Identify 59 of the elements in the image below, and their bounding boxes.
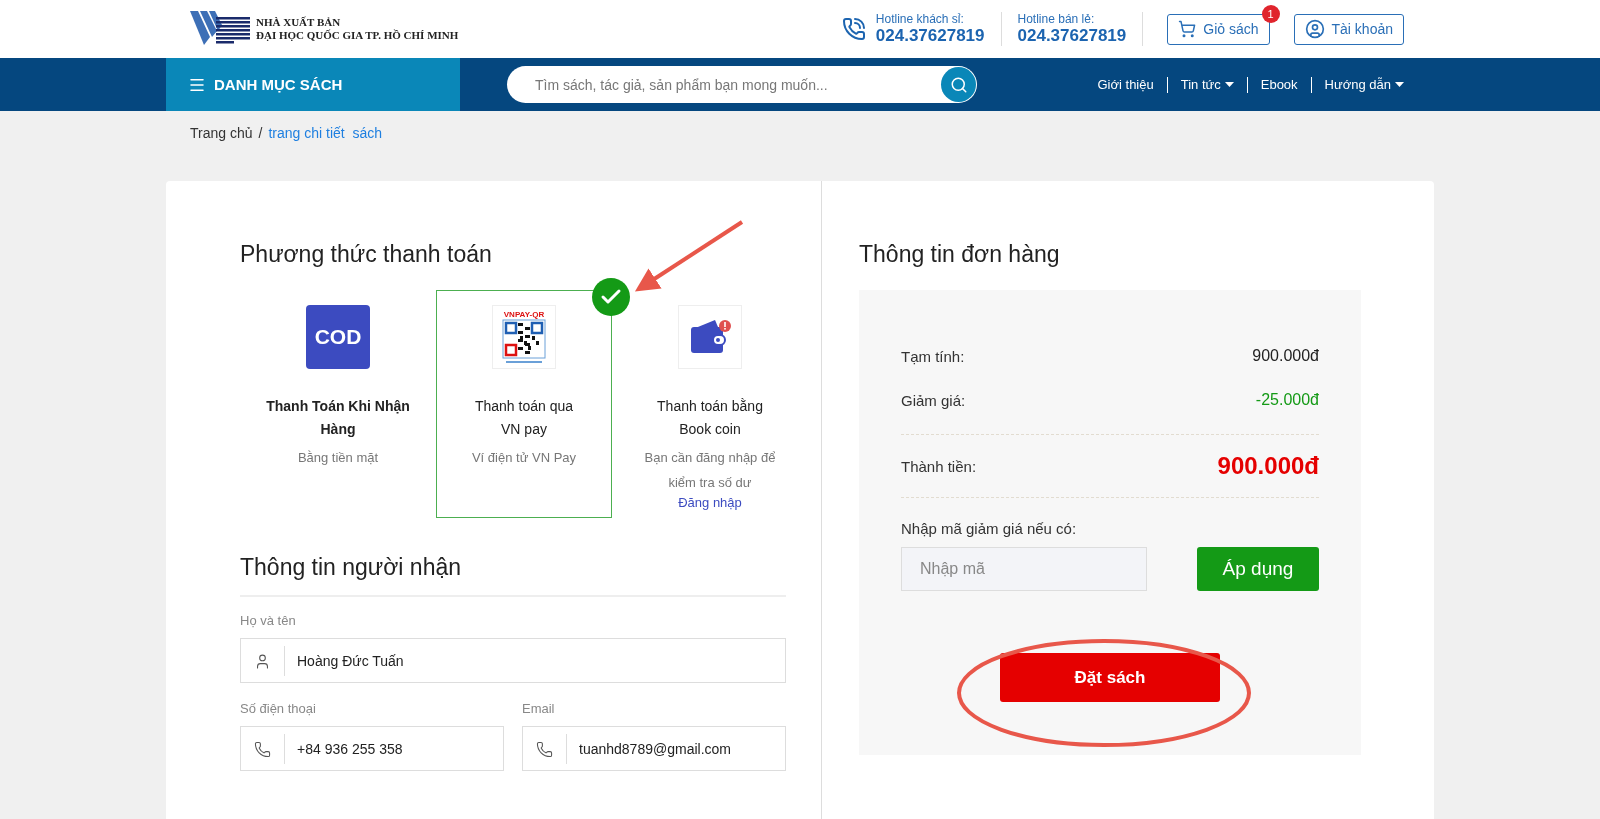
input-field[interactable]: Hoàng Đức Tuấn	[240, 638, 786, 683]
payment-name: Thanh Toán Khi Nhận Hàng	[265, 397, 411, 439]
order-button[interactable]: Đặt sách	[1000, 653, 1220, 702]
summary-label: Giảm giá:	[901, 391, 966, 409]
payment-option[interactable]: COD Thanh Toán Khi Nhận Hàng Bằng tiền mặt	[250, 290, 426, 518]
section-title: Thông tin người nhận	[240, 554, 462, 581]
input-field[interactable]: tuanhd8789@gmail.com	[522, 726, 786, 771]
user-circle-icon	[1304, 19, 1325, 39]
search-field[interactable]: Tìm sách, tác giả, sản phẩm bạn mong muốn...	[507, 66, 977, 103]
cod-logo: COD	[306, 305, 370, 369]
hotline-number: 024.37627819	[875, 26, 985, 46]
nav-link[interactable]: Giới thiệu	[1084, 76, 1167, 93]
nav-link[interactable]: Hướng dẫn	[1310, 76, 1404, 93]
nav-link[interactable]: Ebook	[1246, 76, 1311, 93]
publisher-name: NHÀ XUẤT BẢN ĐẠI HỌC QUỐC GIA TP. HỒ CHÍ MINH	[256, 16, 459, 42]
caret-icon	[1224, 82, 1234, 87]
input-field[interactable]: +84 936 255 358	[240, 726, 504, 771]
payment-name: Thanh toán bằng Book coin	[656, 397, 764, 439]
summary-value: -25.000đ	[1255, 391, 1319, 409]
phone-icon	[536, 740, 553, 758]
cart-count-badge: 1	[1261, 4, 1280, 23]
summary-label: Tạm tính:	[901, 347, 965, 365]
check-icon	[592, 278, 630, 316]
breadcrumb-separator: /	[258, 125, 263, 141]
field-label: Email	[522, 701, 556, 716]
payment-note: Ví điện tử VN Pay	[471, 449, 577, 467]
category-menu-button[interactable]: DANH MỤC SÁCH	[166, 58, 460, 111]
qr-code-drawing: VNPAY-QR	[492, 305, 556, 369]
payment-name: Thanh toán qua VN pay	[473, 397, 575, 439]
payment-option[interactable]: Thanh toán bằng Book coin Bạn cần đăng nhập để kiểm tra số dư Đăng nhập	[622, 290, 798, 518]
summary-value: 900.000đ	[1217, 452, 1319, 480]
hotline-label: Hotline bán lẻ:	[1017, 12, 1096, 26]
breadcrumb-link[interactable]: trang chi tiết sách	[268, 125, 383, 141]
field-label: Họ và tên	[240, 613, 297, 628]
payment-note: Bạn cần đăng nhập để kiểm tra số dư	[643, 449, 777, 492]
caret-icon	[1395, 82, 1404, 87]
field-label: Số điện thoại	[240, 701, 317, 716]
section-title: Thông tin đơn hàng	[859, 241, 1061, 268]
account-button[interactable]: Tài khoản	[1293, 13, 1404, 45]
nav-link[interactable]: Tin tức	[1166, 76, 1247, 93]
breadcrumb-link[interactable]: Trang chủ	[190, 125, 253, 141]
cart-button[interactable]: Giỏ sách	[1167, 13, 1270, 45]
summary-label: Thành tiền:	[901, 457, 977, 475]
hotline-number: 024.37627819	[1017, 26, 1127, 46]
apply-button[interactable]: Áp dụng	[1197, 547, 1319, 591]
hotline-label: Hotline khách sỉ:	[875, 12, 965, 26]
wallet-icon	[678, 305, 742, 369]
user-icon	[254, 652, 271, 670]
phone-call-icon	[841, 17, 866, 41]
phone-icon	[254, 740, 271, 758]
coupon-field[interactable]: Nhập mã	[901, 547, 1147, 591]
publisher-logo	[190, 11, 250, 47]
payment-note: Bằng tiền mặt	[297, 449, 379, 467]
section-title: Phương thức thanh toán	[240, 241, 493, 268]
search-icon	[949, 75, 968, 94]
login-link[interactable]: Đăng nhập	[678, 495, 742, 510]
coupon-label: Nhập mã giảm giá nếu có:	[901, 520, 1078, 537]
cart-icon	[1178, 20, 1197, 38]
summary-value: 900.000đ	[1252, 347, 1319, 365]
